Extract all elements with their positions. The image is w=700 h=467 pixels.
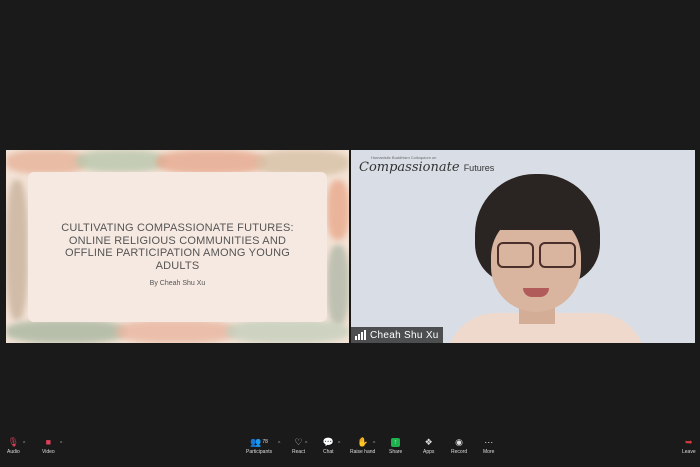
record-button[interactable]: ◉ Record: [451, 437, 468, 456]
shared-slide-tile[interactable]: CULTIVATING COMPASSIONATE FUTURES: ONLIN…: [6, 150, 349, 343]
apps-button[interactable]: ❖ Apps: [423, 437, 435, 456]
video-button[interactable]: ■ Video: [42, 437, 55, 456]
watercolor-decoration: [156, 150, 266, 174]
background-logo: Compassionate Futures: [359, 160, 494, 175]
speaker-video-tile[interactable]: Humanistic Buddhism Colloquium on Compas…: [351, 150, 695, 343]
glasses-right-lens: [539, 242, 576, 268]
participant-name: Cheah Shu Xu: [370, 329, 439, 341]
meeting-toolbar: 🎙 Audio ^ ■ Video ^ 👥 78 Participants ^ ♡…: [0, 436, 700, 458]
video-options-caret-icon[interactable]: ^: [60, 441, 62, 447]
connection-signal-icon: [355, 330, 366, 340]
audio-options-caret-icon[interactable]: ^: [23, 441, 25, 447]
react-label: React: [292, 449, 306, 455]
chat-bubble-icon: 💬: [322, 437, 334, 447]
share-screen-icon: ↑: [391, 438, 401, 447]
record-label: Record: [451, 449, 468, 455]
raise-hand-options-caret-icon[interactable]: ^: [373, 441, 375, 447]
watercolor-decoration: [76, 150, 166, 172]
leave-button[interactable]: ➥ Leave: [682, 437, 696, 456]
heart-icon: ♡: [294, 437, 303, 447]
participants-button[interactable]: 👥 78 Participants: [246, 437, 273, 456]
watercolor-decoration: [327, 245, 349, 325]
react-button[interactable]: ♡ React: [292, 437, 306, 456]
participants-options-caret-icon[interactable]: ^: [278, 441, 280, 447]
raise-hand-label: Raise hand: [350, 449, 376, 455]
apps-icon: ❖: [424, 437, 433, 447]
chat-options-caret-icon[interactable]: ^: [338, 441, 340, 447]
chat-button[interactable]: 💬 Chat: [322, 437, 334, 456]
participants-icon: 👥 78: [250, 437, 268, 447]
glasses-left-lens: [497, 242, 534, 268]
share-button[interactable]: ↑ Share: [389, 438, 402, 455]
video-label: Video: [42, 449, 55, 455]
leave-label: Leave: [682, 449, 696, 455]
video-off-icon: ■: [45, 437, 52, 447]
react-options-caret-icon[interactable]: ^: [305, 441, 307, 447]
watercolor-decoration: [6, 150, 86, 174]
participants-label: Participants: [246, 449, 273, 455]
participant-name-tag: Cheah Shu Xu: [351, 327, 443, 343]
audio-button[interactable]: 🎙 Audio: [7, 437, 20, 456]
speaker-bangs: [484, 184, 592, 230]
watercolor-decoration: [226, 320, 349, 343]
slide-author: By Cheah Shu Xu: [149, 280, 206, 287]
participants-count: 78: [262, 439, 268, 445]
logo-script-text: Compassionate: [359, 160, 460, 175]
record-icon: ◉: [455, 437, 463, 447]
muted-microphone-icon: 🎙: [7, 437, 20, 447]
raise-hand-button[interactable]: ✋ Raise hand: [350, 437, 376, 456]
share-label: Share: [389, 449, 403, 455]
watercolor-decoration: [327, 180, 349, 240]
apps-label: Apps: [423, 449, 435, 455]
watercolor-decoration: [116, 320, 236, 343]
logo-word-text: Futures: [463, 163, 495, 173]
more-dots-icon: ⋯: [484, 437, 494, 447]
leave-icon: ➥: [685, 437, 693, 447]
watercolor-decoration: [6, 320, 126, 343]
slide-title: CULTIVATING COMPASSIONATE FUTURES: ONLIN…: [61, 222, 294, 272]
chat-label: Chat: [323, 449, 334, 455]
watercolor-decoration: [6, 180, 28, 320]
more-label: More: [483, 449, 495, 455]
audio-label: Audio: [7, 449, 20, 455]
more-button[interactable]: ⋯ More: [483, 437, 495, 456]
raise-hand-icon: ✋: [357, 437, 369, 447]
